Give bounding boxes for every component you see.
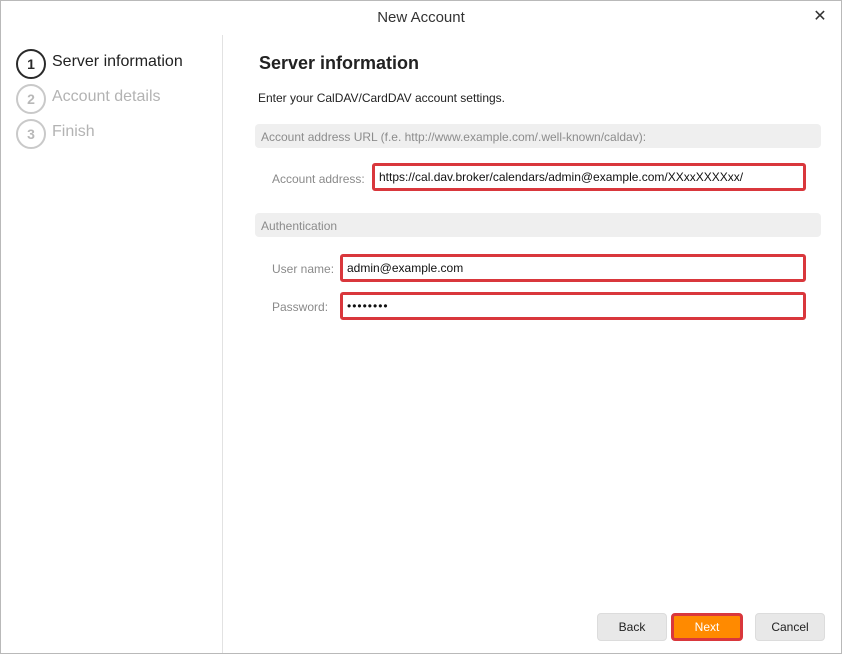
step-label: Account details xyxy=(52,88,161,105)
title-bar: New Account ✕ xyxy=(1,1,841,35)
step-label: Finish xyxy=(52,123,95,140)
authentication-section-header: Authentication xyxy=(255,213,821,237)
window-title: New Account xyxy=(377,9,465,26)
next-button[interactable]: Next xyxy=(671,613,743,641)
back-button[interactable]: Back xyxy=(597,613,667,641)
password-field[interactable] xyxy=(340,292,806,320)
main-panel: Server information Enter your CalDAV/Car… xyxy=(223,35,841,653)
wizard-steps-sidebar: 1 Server information 2 Account details 3… xyxy=(1,35,223,653)
section-title: Authentication xyxy=(261,219,338,233)
page-title: Server information xyxy=(259,53,420,73)
new-account-dialog: New Account ✕ 1 Server information 2 Acc… xyxy=(0,0,842,654)
page-description: Enter your CalDAV/CardDAV account settin… xyxy=(258,91,505,105)
account-address-section-header: Account address URL (f.e. http://www.exa… xyxy=(255,124,821,148)
account-address-input[interactable] xyxy=(375,166,803,188)
account-address-field[interactable] xyxy=(372,163,806,191)
step-number: 3 xyxy=(16,119,46,149)
cancel-button[interactable]: Cancel xyxy=(755,613,825,641)
step-label: Server information xyxy=(52,53,183,70)
section-title: Account address URL (f.e. http://www.exa… xyxy=(261,130,647,144)
username-input[interactable] xyxy=(343,257,803,279)
account-address-label: Account address: xyxy=(272,172,365,186)
password-label: Password: xyxy=(272,300,329,314)
step-number: 2 xyxy=(16,84,46,114)
close-icon[interactable]: ✕ xyxy=(809,6,831,28)
username-field[interactable] xyxy=(340,254,806,282)
username-label: User name: xyxy=(272,262,335,276)
step-number: 1 xyxy=(16,49,46,79)
password-input[interactable] xyxy=(343,295,803,317)
